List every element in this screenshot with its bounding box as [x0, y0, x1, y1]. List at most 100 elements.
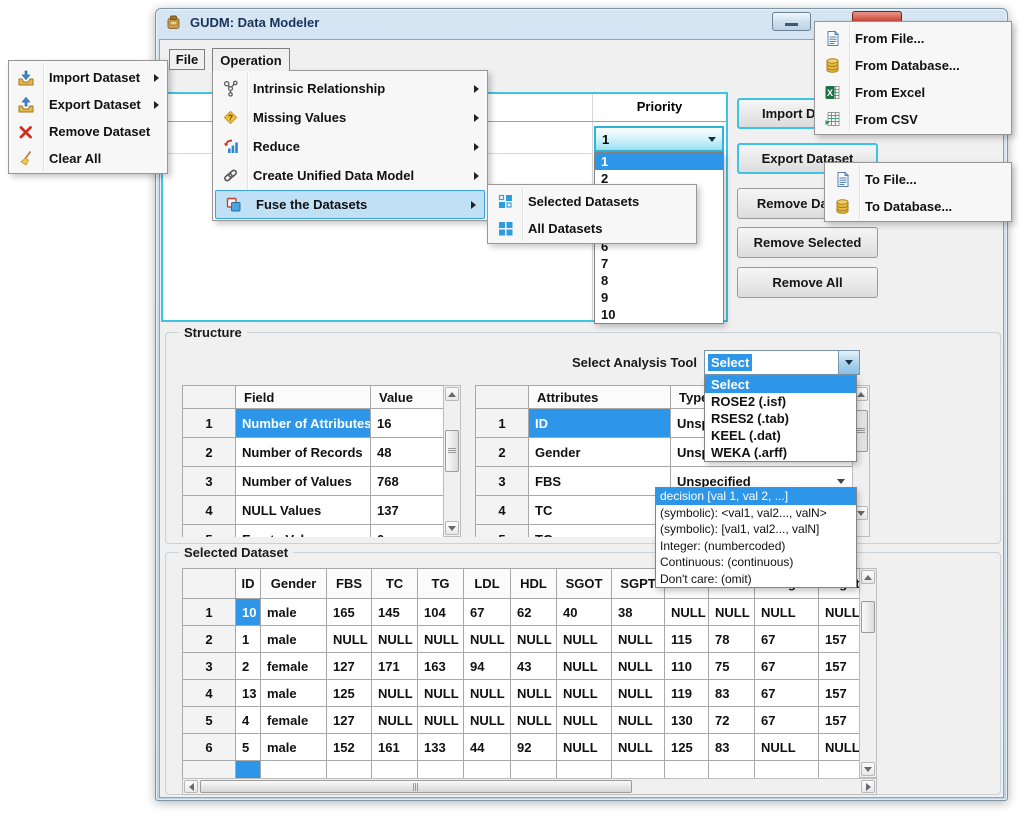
menu-item-to-file[interactable]: To File... — [825, 166, 1011, 193]
dbp-cell[interactable]: 78 — [709, 626, 755, 653]
row-number-cell[interactable]: 4 — [476, 496, 529, 525]
value-cell[interactable]: 0 — [371, 525, 445, 538]
row-number-cell[interactable]: 3 — [183, 467, 236, 496]
dbp-cell[interactable]: 83 — [709, 680, 755, 707]
dbp-cell[interactable]: 83 — [709, 734, 755, 761]
id-cell[interactable]: 10 — [236, 599, 261, 626]
tg-cell[interactable]: NULL — [418, 626, 464, 653]
value-cell[interactable]: 768 — [371, 467, 445, 496]
sgpt-cell[interactable]: 38 — [612, 599, 665, 626]
scrollbar-up-button[interactable] — [445, 387, 459, 401]
weight-cell[interactable]: 67 — [755, 653, 819, 680]
row-number-cell[interactable]: 5 — [183, 525, 236, 538]
ldl-cell[interactable]: NULL — [464, 707, 511, 734]
gender-cell[interactable]: female — [261, 653, 327, 680]
sgpt-cell[interactable]: NULL — [612, 734, 665, 761]
id-cell[interactable]: 2 — [236, 653, 261, 680]
ldl-cell[interactable]: 94 — [464, 653, 511, 680]
dataset-table-vscrollbar[interactable] — [859, 568, 877, 778]
sbp-cell[interactable]: 110 — [665, 653, 709, 680]
row-number-cell[interactable]: 3 — [476, 467, 529, 496]
menu-item-missing-values[interactable]: ? Missing Values — [213, 103, 487, 132]
dbp-cell[interactable]: NULL — [709, 599, 755, 626]
height-cell[interactable]: NULL — [819, 599, 860, 626]
sgpt-cell[interactable]: NULL — [612, 707, 665, 734]
row-number-cell[interactable]: 1 — [476, 409, 529, 438]
value-cell[interactable]: 137 — [371, 496, 445, 525]
sgpt-cell[interactable]: NULL — [612, 626, 665, 653]
id-cell[interactable]: 5 — [236, 734, 261, 761]
menu-item-from-excel[interactable]: X From Excel — [815, 79, 1011, 106]
tc-cell[interactable]: 161 — [372, 734, 418, 761]
attribute-cell[interactable]: ID — [529, 409, 671, 438]
row-number-cell[interactable]: 3 — [183, 653, 236, 680]
row-number-cell[interactable]: 5 — [183, 707, 236, 734]
dataset-column-header[interactable]: Gender — [261, 569, 327, 599]
weight-cell[interactable]: NULL — [755, 599, 819, 626]
analysis-tool-option[interactable]: Select — [705, 376, 856, 393]
field-cell[interactable]: Number of Records — [236, 438, 371, 467]
dbp-cell[interactable]: 72 — [709, 707, 755, 734]
sbp-cell[interactable]: 125 — [665, 734, 709, 761]
attribute-cell[interactable]: FBS — [529, 467, 671, 496]
value-column-header[interactable]: Value — [371, 386, 445, 409]
sbp-cell[interactable]: 130 — [665, 707, 709, 734]
menu-item-clear-all[interactable]: Clear All — [9, 145, 167, 172]
scrollbar-up-button[interactable] — [861, 570, 875, 584]
type-option[interactable]: Integer: (numbercoded) — [656, 538, 856, 555]
row-number-cell[interactable]: 1 — [183, 599, 236, 626]
sgot-cell[interactable]: NULL — [557, 626, 612, 653]
scrollbar-left-button[interactable] — [184, 780, 198, 793]
row-number-cell[interactable]: 6 — [183, 734, 236, 761]
row-number-cell[interactable]: 4 — [183, 496, 236, 525]
ldl-cell[interactable]: 67 — [464, 599, 511, 626]
sgpt-cell[interactable]: NULL — [612, 653, 665, 680]
dataset-column-header[interactable]: HDL — [511, 569, 557, 599]
attribute-cell[interactable]: Gender — [529, 438, 671, 467]
hdl-cell[interactable]: NULL — [511, 626, 557, 653]
menu-item-intrinsic-relationship[interactable]: Intrinsic Relationship — [213, 74, 487, 103]
sgot-cell[interactable]: NULL — [557, 680, 612, 707]
dataset-column-header[interactable]: FBS — [327, 569, 372, 599]
fbs-cell[interactable]: 127 — [327, 707, 372, 734]
menu-item-selected-datasets[interactable]: Selected Datasets — [488, 188, 696, 215]
weight-cell[interactable]: NULL — [755, 734, 819, 761]
priority-option[interactable]: 8 — [595, 272, 723, 289]
corner-header[interactable] — [476, 386, 529, 409]
ldl-cell[interactable]: 44 — [464, 734, 511, 761]
remove-selected-button[interactable]: Remove Selected — [737, 227, 878, 258]
sbp-cell[interactable]: 119 — [665, 680, 709, 707]
type-option[interactable]: Don't care: (omit) — [656, 571, 856, 588]
tg-cell[interactable]: NULL — [418, 680, 464, 707]
type-option[interactable]: (symbolic): <val1, val2..., valN> — [656, 505, 856, 522]
menu-item-to-database[interactable]: To Database... — [825, 193, 1011, 220]
dataset-column-header[interactable]: TG — [418, 569, 464, 599]
hdl-cell[interactable]: 62 — [511, 599, 557, 626]
height-cell[interactable]: 157 — [819, 680, 860, 707]
priority-option[interactable]: 7 — [595, 255, 723, 272]
priority-column-header[interactable]: Priority — [593, 99, 726, 114]
id-cell[interactable]: 1 — [236, 626, 261, 653]
row-number-cell[interactable]: 2 — [183, 438, 236, 467]
fbs-cell[interactable]: 152 — [327, 734, 372, 761]
scrollbar-right-button[interactable] — [861, 780, 875, 793]
type-option[interactable]: Continuous: (continuous) — [656, 554, 856, 571]
dataset-column-header[interactable]: LDL — [464, 569, 511, 599]
scrollbar-down-button[interactable] — [445, 521, 459, 535]
fbs-cell[interactable]: 125 — [327, 680, 372, 707]
analysis-tool-combobox[interactable]: Select — [704, 350, 860, 375]
fbs-cell[interactable]: 165 — [327, 599, 372, 626]
priority-option[interactable]: 9 — [595, 289, 723, 306]
menu-operation[interactable]: Operation — [212, 48, 290, 71]
field-cell[interactable]: NULL Values — [236, 496, 371, 525]
field-column-header[interactable]: Field — [236, 386, 371, 409]
weight-cell[interactable]: 67 — [755, 707, 819, 734]
hdl-cell[interactable]: 92 — [511, 734, 557, 761]
tc-cell[interactable]: NULL — [372, 707, 418, 734]
minimize-button[interactable] — [772, 12, 811, 31]
scrollbar-down-button[interactable] — [861, 762, 875, 776]
hdl-cell[interactable]: NULL — [511, 707, 557, 734]
sbp-cell[interactable]: 115 — [665, 626, 709, 653]
id-cell[interactable]: 13 — [236, 680, 261, 707]
attribute-cell[interactable]: TC — [529, 496, 671, 525]
